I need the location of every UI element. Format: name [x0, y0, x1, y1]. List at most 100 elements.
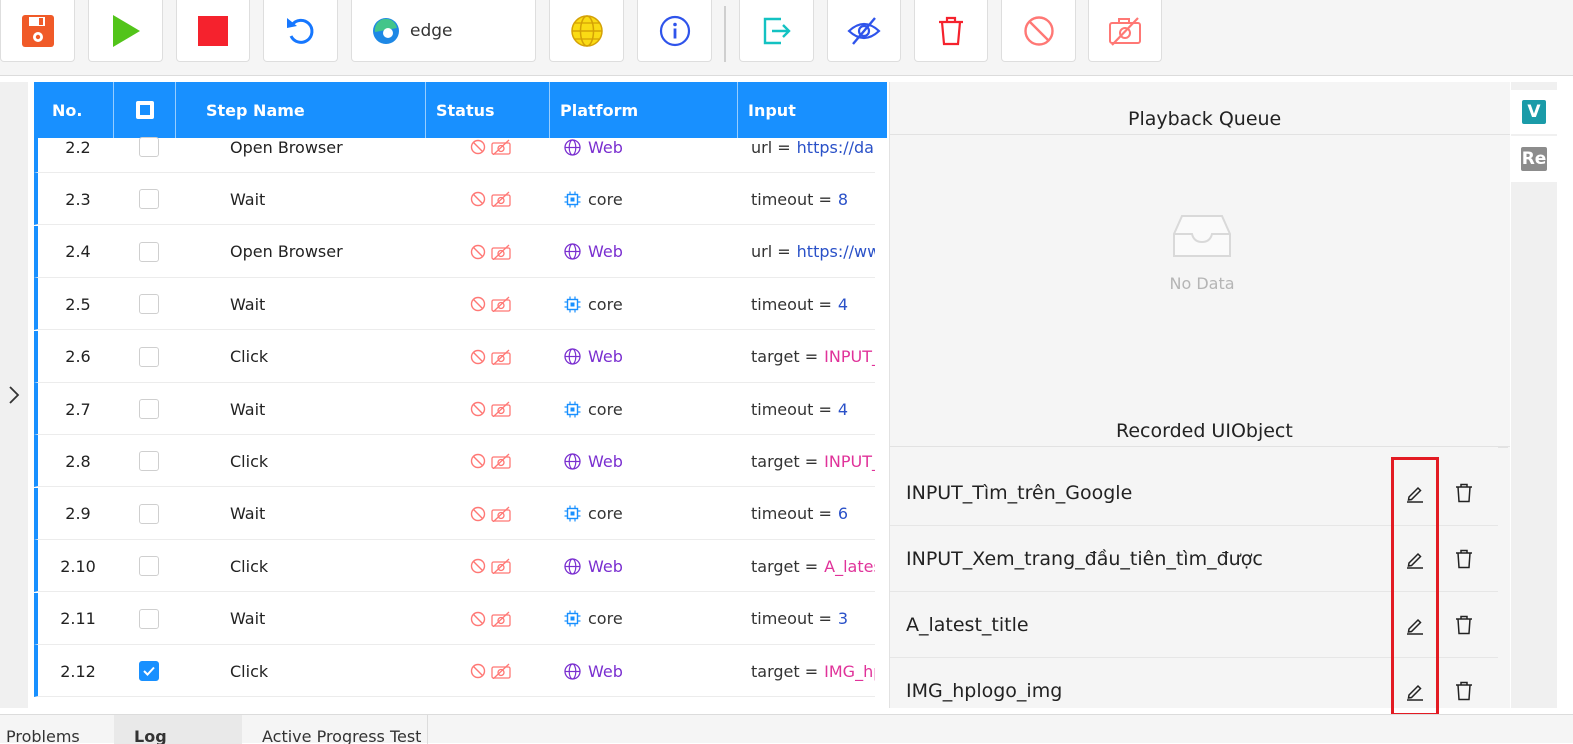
- toolbar-separator: [724, 6, 726, 62]
- table-row[interactable]: 2.12 Click Web target =IMG_hpl: [34, 645, 875, 697]
- row-status: [470, 645, 570, 697]
- platform-label: core: [588, 504, 623, 524]
- web-globe-icon: [564, 138, 581, 156]
- delete-uiobject-button[interactable]: [1455, 460, 1473, 526]
- table-row[interactable]: 2.3 Wait core timeout = 8: [34, 173, 875, 226]
- tab-log[interactable]: Log: [114, 715, 242, 744]
- table-row[interactable]: 2.6 Click Web target =INPUT_T: [34, 330, 875, 383]
- scroll-marker: [1498, 447, 1508, 448]
- row-status: [470, 488, 570, 540]
- delete-uiobject-button[interactable]: [1455, 592, 1473, 658]
- row-status: [470, 540, 570, 592]
- row-platform: Web: [564, 331, 734, 383]
- platform-label: core: [588, 189, 623, 209]
- row-checkbox[interactable]: [118, 488, 180, 540]
- table-row[interactable]: 2.2 Open Browser Web url =https://dan: [34, 121, 875, 173]
- table-row[interactable]: 2.9 Wait core timeout = 6: [34, 487, 875, 540]
- screenshot-off-icon: [491, 296, 511, 313]
- row-step-name: Click: [230, 347, 269, 367]
- disable-button[interactable]: [1001, 0, 1076, 62]
- disabled-status-icon: [470, 349, 486, 364]
- disable-screenshot-button[interactable]: [1088, 0, 1162, 62]
- input-key: url =: [751, 242, 791, 262]
- row-number: 2.7: [65, 399, 91, 419]
- table-row[interactable]: 2.11 Wait core timeout = 3: [34, 592, 875, 645]
- row-number: 2.6: [65, 347, 91, 367]
- input-value: A_latest_: [824, 556, 875, 576]
- input-key: target =: [751, 556, 819, 576]
- info-button[interactable]: [637, 0, 712, 62]
- export-button[interactable]: [739, 0, 814, 62]
- chevron-right-icon: [9, 386, 20, 404]
- checkbox-box: [139, 294, 159, 315]
- row-number: 2.9: [65, 504, 91, 524]
- input-key: timeout =: [751, 609, 832, 629]
- uiobject-name: INPUT_Xem_trang_đầu_tiên_tìm_được: [906, 548, 1263, 570]
- refresh-button[interactable]: [263, 0, 338, 62]
- delete-button[interactable]: [914, 0, 988, 62]
- row-input: target =A_latest_: [751, 540, 875, 592]
- platform-label: Web: [588, 137, 623, 157]
- delete-uiobject-button[interactable]: [1455, 526, 1473, 592]
- input-key: timeout =: [751, 189, 832, 209]
- row-checkbox[interactable]: [118, 331, 180, 383]
- side-tabs: V Re: [1511, 82, 1557, 708]
- input-value: 8: [837, 189, 849, 209]
- run-button[interactable]: [88, 0, 163, 62]
- recorded-uiobject-divider: [890, 446, 1510, 447]
- row-checkbox[interactable]: [118, 173, 180, 225]
- row-input: target =IMG_hpl: [751, 645, 875, 697]
- tab-active-progress-test[interactable]: Active Progress Test: [242, 715, 428, 744]
- delete-uiobject-button[interactable]: [1455, 658, 1473, 708]
- table-row[interactable]: 2.7 Wait core timeout = 4: [34, 383, 875, 435]
- row-platform: Web: [564, 121, 734, 173]
- disabled-status-icon: [470, 192, 486, 207]
- screenshot-off-icon: [491, 611, 511, 627]
- platform-label: Web: [588, 451, 623, 471]
- checkbox-box: [139, 503, 159, 524]
- row-input: timeout = 8: [751, 173, 875, 225]
- row-status: [470, 278, 570, 330]
- table-row[interactable]: 2.10 Click Web target =A_latest_: [34, 540, 875, 593]
- row-input: url =https://www: [751, 226, 875, 278]
- expand-panel-toggle[interactable]: [0, 82, 28, 708]
- table-row[interactable]: 2.5 Wait core timeout = 4: [34, 278, 875, 331]
- row-checkbox[interactable]: [118, 540, 180, 592]
- row-status: [470, 435, 570, 487]
- disabled-status-icon: [470, 454, 486, 469]
- table-row[interactable]: 2.8 Click Web target =INPUT_X: [34, 435, 875, 488]
- side-tab-v[interactable]: V: [1511, 90, 1557, 134]
- row-checkbox[interactable]: [118, 383, 180, 435]
- playback-queue-divider: [890, 134, 1510, 135]
- table-row[interactable]: 2.4 Open Browser Web url =https://www: [34, 225, 875, 278]
- row-input: timeout = 4: [751, 278, 875, 330]
- stop-button[interactable]: [176, 0, 250, 62]
- browser-select[interactable]: edge: [351, 0, 536, 62]
- globe-button[interactable]: [549, 0, 624, 62]
- platform-label: Web: [588, 242, 623, 262]
- input-key: target =: [751, 451, 819, 471]
- side-tab-v-label: V: [1522, 100, 1546, 124]
- side-tab-re[interactable]: Re: [1511, 136, 1557, 182]
- row-step-name: Click: [230, 661, 269, 681]
- row-checkbox[interactable]: [118, 226, 180, 278]
- input-value: INPUT_T: [824, 347, 875, 367]
- camera-slash-icon: [1109, 16, 1141, 46]
- row-checkbox[interactable]: [118, 435, 180, 487]
- tab-problems[interactable]: Problems: [6, 715, 114, 744]
- forbidden-icon: [1023, 15, 1054, 46]
- save-button[interactable]: [0, 0, 75, 62]
- checkbox-box: [139, 661, 159, 681]
- row-number: 2.12: [60, 661, 96, 681]
- play-icon: [112, 14, 140, 47]
- row-checkbox[interactable]: [118, 593, 180, 645]
- row-checkbox[interactable]: [118, 121, 180, 173]
- row-checkbox[interactable]: [118, 645, 180, 697]
- row-input: timeout = 4: [751, 383, 875, 435]
- hide-button[interactable]: [827, 0, 901, 62]
- input-value: 4: [837, 294, 849, 314]
- row-checkbox[interactable]: [118, 278, 180, 330]
- screenshot-off-icon: [491, 401, 511, 417]
- input-key: target =: [751, 661, 819, 681]
- platform-label: Web: [588, 556, 623, 576]
